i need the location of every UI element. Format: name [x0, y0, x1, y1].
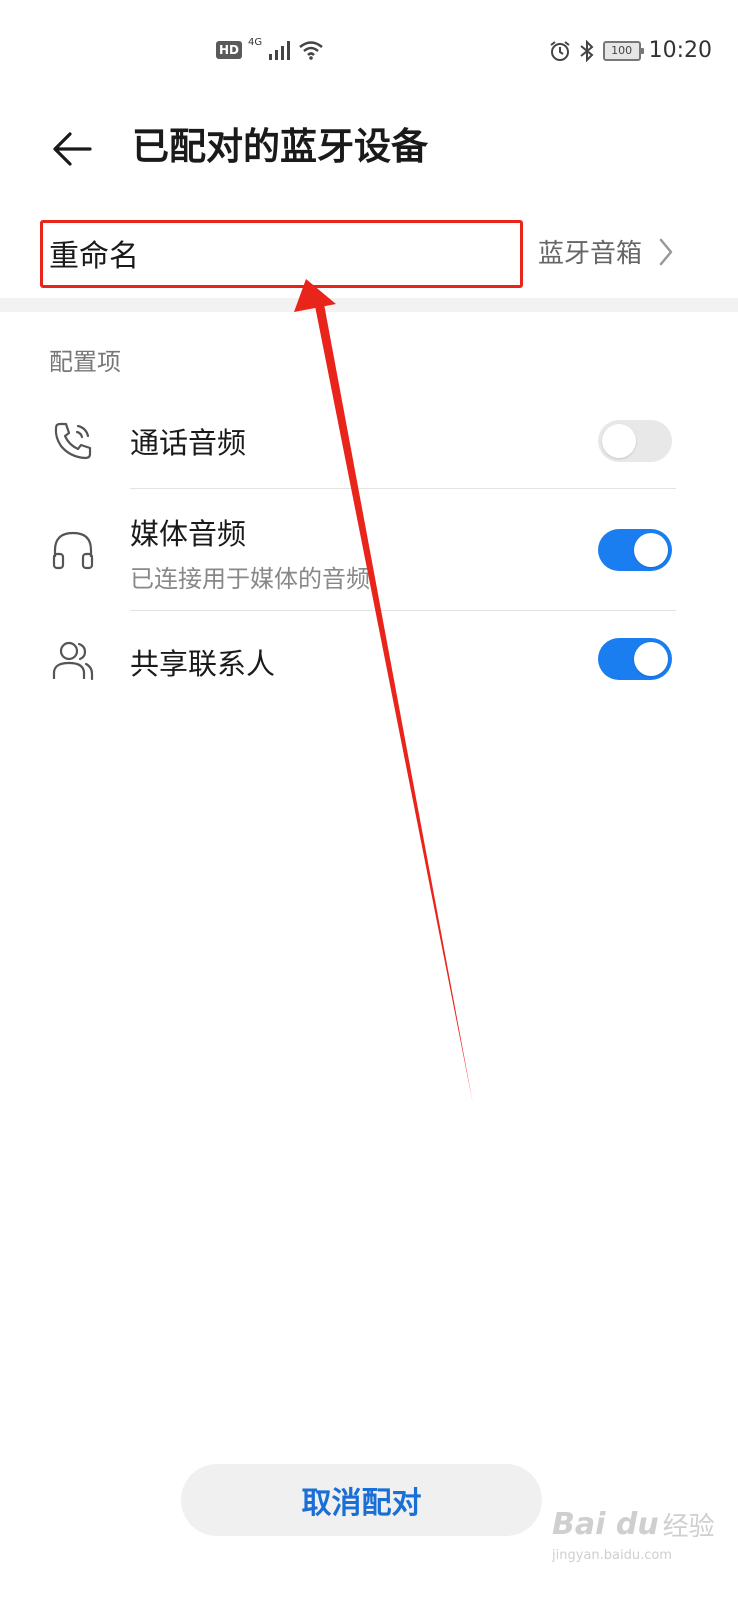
bluetooth-icon	[579, 39, 594, 62]
hd-badge: HD	[216, 41, 243, 59]
page-title: 已配对的蓝牙设备	[132, 125, 428, 168]
battery-level: 100	[611, 44, 633, 57]
status-left: HD 4G	[216, 36, 324, 60]
contacts-icon	[52, 641, 94, 681]
wifi-icon	[299, 41, 323, 60]
section-divider	[0, 298, 738, 312]
chevron-right-icon	[659, 238, 673, 266]
toggle-knob	[634, 642, 668, 676]
network-type: 4G	[248, 36, 263, 48]
toggle-knob	[602, 424, 636, 458]
toggle-knob	[634, 533, 668, 567]
back-arrow-icon	[53, 132, 92, 166]
watermark-text: 经验	[662, 1512, 715, 1542]
status-time: 10:20	[648, 38, 712, 63]
option-label: 通话音频	[130, 426, 247, 460]
option-media-audio: 媒体音频 已连接用于媒体的音频	[0, 489, 738, 609]
watermark: Bai du 经验	[552, 1506, 715, 1543]
status-bar: HD 4G 100 10:20	[0, 0, 738, 100]
option-label: 媒体音频	[130, 517, 247, 551]
device-name-value: 蓝牙音箱	[537, 239, 642, 269]
annotation-highlight-box	[40, 220, 523, 288]
option-label: 共享联系人	[130, 647, 276, 681]
app-header: 已配对的蓝牙设备	[0, 105, 738, 185]
unpair-button[interactable]: 取消配对	[181, 1464, 542, 1536]
phone-call-icon	[54, 422, 92, 460]
option-call-audio: 通话音频	[0, 400, 738, 486]
call-audio-toggle[interactable]	[598, 420, 672, 462]
battery-indicator: 100	[602, 40, 644, 61]
signal-icon	[269, 41, 291, 60]
option-subtitle: 已连接用于媒体的音频	[130, 565, 370, 593]
section-title: 配置项	[49, 348, 121, 376]
media-audio-toggle[interactable]	[598, 529, 672, 571]
headphones-icon	[52, 531, 94, 570]
watermark-logo: Bai du	[552, 1507, 659, 1542]
back-button[interactable]	[48, 125, 96, 173]
alarm-icon	[549, 40, 570, 61]
status-right: 100 10:20	[549, 38, 712, 63]
option-share-contacts: 共享联系人	[0, 611, 738, 707]
watermark-url: jingyan.baidu.com	[552, 1548, 672, 1563]
share-contacts-toggle[interactable]	[598, 638, 672, 680]
